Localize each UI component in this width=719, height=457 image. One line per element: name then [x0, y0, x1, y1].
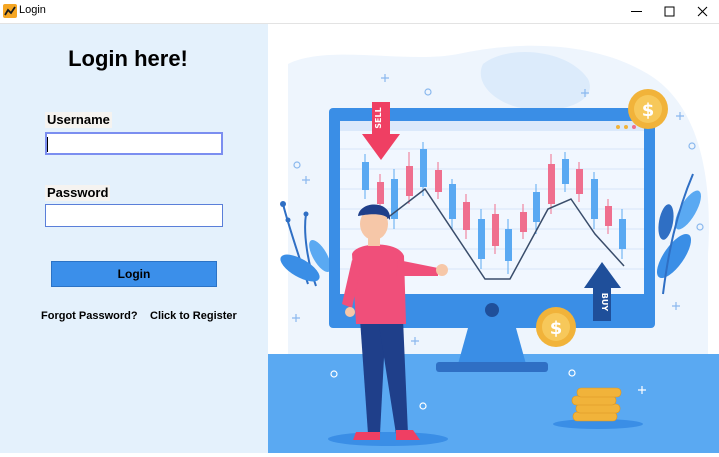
- username-label: Username: [45, 112, 112, 128]
- coin-bottom-icon: $: [536, 307, 576, 347]
- coin-bottom-symbol: $: [550, 318, 563, 339]
- forgot-password-link[interactable]: Forgot Password?: [41, 310, 138, 322]
- username-input[interactable]: [45, 132, 223, 155]
- app-logo-icon: [3, 4, 17, 18]
- coin-top-symbol: $: [642, 100, 655, 121]
- login-panel: Login here! Username Password Login Forg…: [0, 24, 268, 453]
- close-button[interactable]: [686, 0, 719, 23]
- illustration-canvas: SELL BUY $ $: [268, 24, 719, 453]
- maximize-icon: [664, 6, 675, 17]
- password-input[interactable]: [45, 204, 223, 227]
- close-icon: [697, 6, 708, 17]
- buy-tag: BUY: [600, 293, 609, 312]
- sell-tag: SELL: [374, 107, 383, 128]
- title-bar: Login: [0, 0, 719, 24]
- minimize-button[interactable]: [620, 0, 653, 23]
- login-heading: Login here!: [68, 46, 188, 71]
- minimize-icon: [631, 11, 642, 12]
- window-title: Login: [19, 4, 46, 16]
- coin-top-icon: $: [628, 89, 668, 129]
- login-button[interactable]: Login: [51, 261, 217, 287]
- register-link[interactable]: Click to Register: [150, 310, 237, 322]
- password-label: Password: [45, 185, 111, 201]
- text-caret: [47, 137, 48, 152]
- trading-illustration: SELL BUY $ $: [268, 24, 719, 453]
- maximize-button[interactable]: [653, 0, 686, 23]
